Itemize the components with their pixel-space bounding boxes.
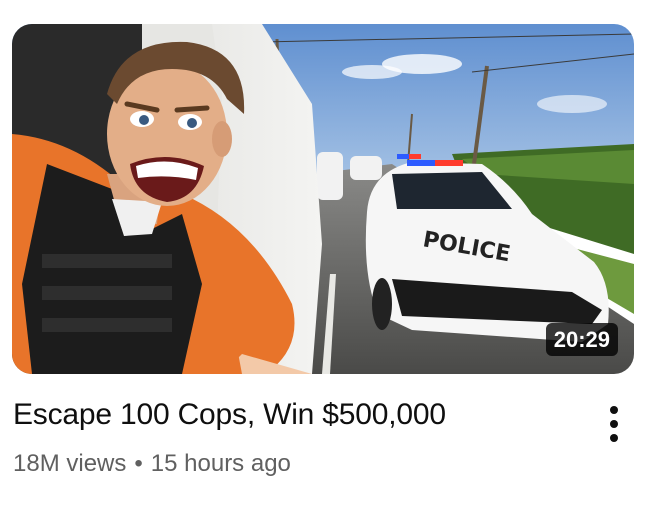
duration-badge: 20:29 bbox=[545, 322, 618, 356]
meta-separator: • bbox=[134, 450, 143, 477]
more-dot bbox=[610, 434, 618, 442]
thumbnail-image: POLICE bbox=[12, 24, 634, 374]
video-title[interactable]: Escape 100 Cops, Win $500,000 bbox=[13, 398, 446, 432]
view-count: 18M views bbox=[13, 450, 127, 477]
video-card: POLICE 20:29 Escape 100 Cops, Win $500,0… bbox=[0, 0, 651, 514]
more-vertical-icon bbox=[610, 406, 618, 414]
more-actions-button[interactable] bbox=[596, 400, 632, 448]
upload-age: 15 hours ago bbox=[150, 450, 291, 477]
video-thumbnail[interactable]: POLICE 20:29 bbox=[12, 24, 634, 374]
video-metadata: 18M views • 15 hours ago bbox=[13, 450, 291, 478]
more-dot bbox=[610, 420, 618, 428]
